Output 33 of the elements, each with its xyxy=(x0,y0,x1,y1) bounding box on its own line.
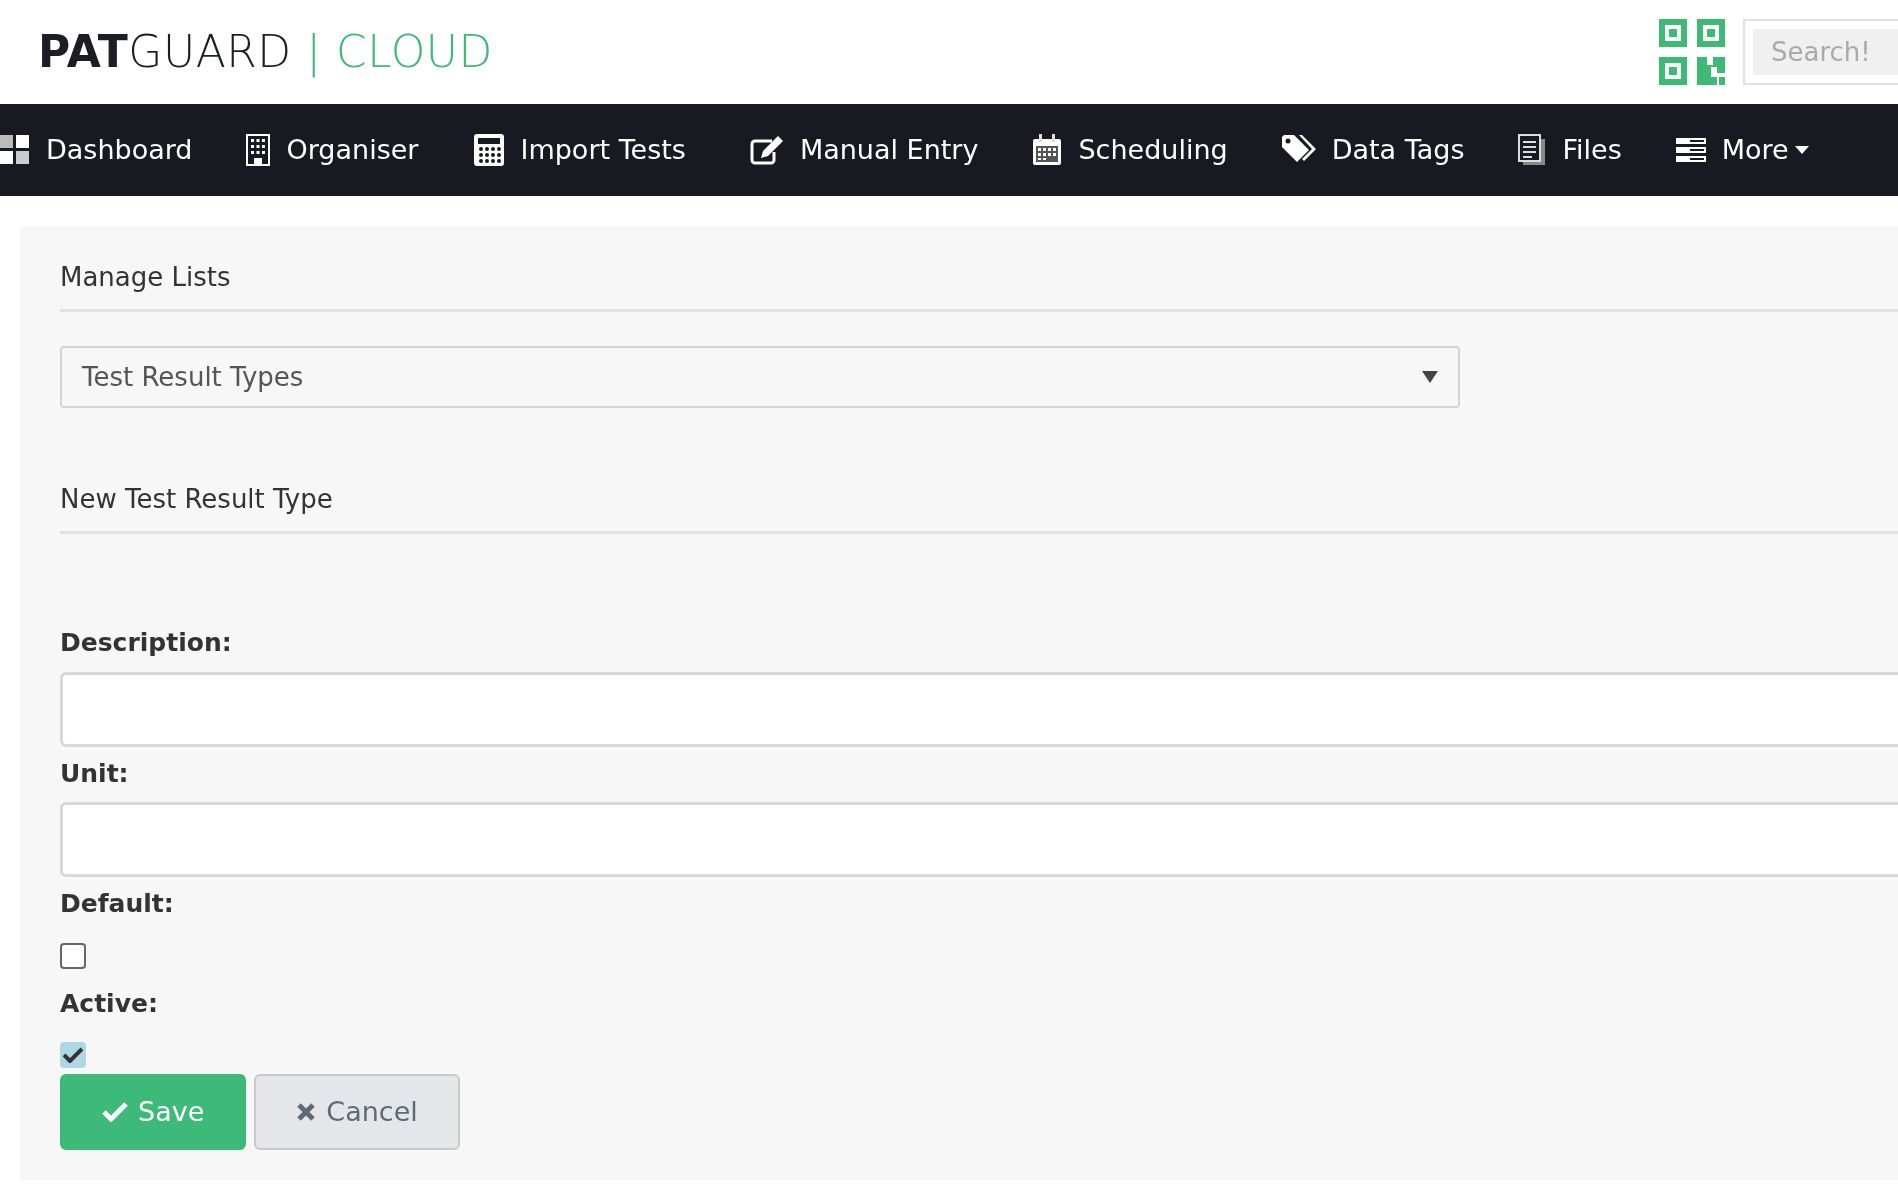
input-field[interactable] xyxy=(60,671,1898,747)
tags-icon xyxy=(1281,135,1316,165)
qr-code-icon[interactable] xyxy=(1659,19,1725,85)
input-field[interactable] xyxy=(60,802,1898,877)
building-icon xyxy=(246,134,271,166)
nav-link[interactable]: More xyxy=(1675,129,1809,171)
document-icon xyxy=(1518,134,1547,166)
edit-icon xyxy=(749,135,784,165)
field-label: Default: xyxy=(60,888,175,920)
nav-link[interactable]: Organiser xyxy=(246,129,419,171)
checkbox[interactable] xyxy=(60,942,86,969)
calculator-icon xyxy=(474,134,505,166)
checkmark-icon xyxy=(102,1102,128,1122)
server-stack-icon xyxy=(1675,138,1706,162)
calendar-icon xyxy=(1032,134,1063,166)
nav-link[interactable]: Data Tags xyxy=(1281,129,1465,171)
tiles-icon xyxy=(0,135,30,165)
list-select[interactable]: Test Result Types xyxy=(60,346,1460,408)
nav-link[interactable]: Dashboard xyxy=(0,129,193,171)
close-icon xyxy=(296,1102,317,1122)
nav-link[interactable]: Manual Entry xyxy=(749,129,979,171)
cancel-button[interactable]: Cancel xyxy=(254,1074,460,1150)
nav-link[interactable]: Scheduling xyxy=(1032,129,1228,171)
field-label: Active: xyxy=(60,987,159,1020)
field-label: Unit: xyxy=(60,757,130,790)
logo: PATGUARD | CLOUD xyxy=(38,25,493,80)
search-field[interactable]: Search! xyxy=(1743,19,1898,85)
field-label: Description: xyxy=(60,627,233,659)
section-title: Manage Lists xyxy=(60,246,1898,312)
section-title: New Test Result Type xyxy=(60,468,1898,534)
caret-icon xyxy=(1422,371,1438,383)
nav-link[interactable]: Files xyxy=(1518,129,1622,171)
nav-link[interactable]: Import Tests xyxy=(474,129,686,171)
